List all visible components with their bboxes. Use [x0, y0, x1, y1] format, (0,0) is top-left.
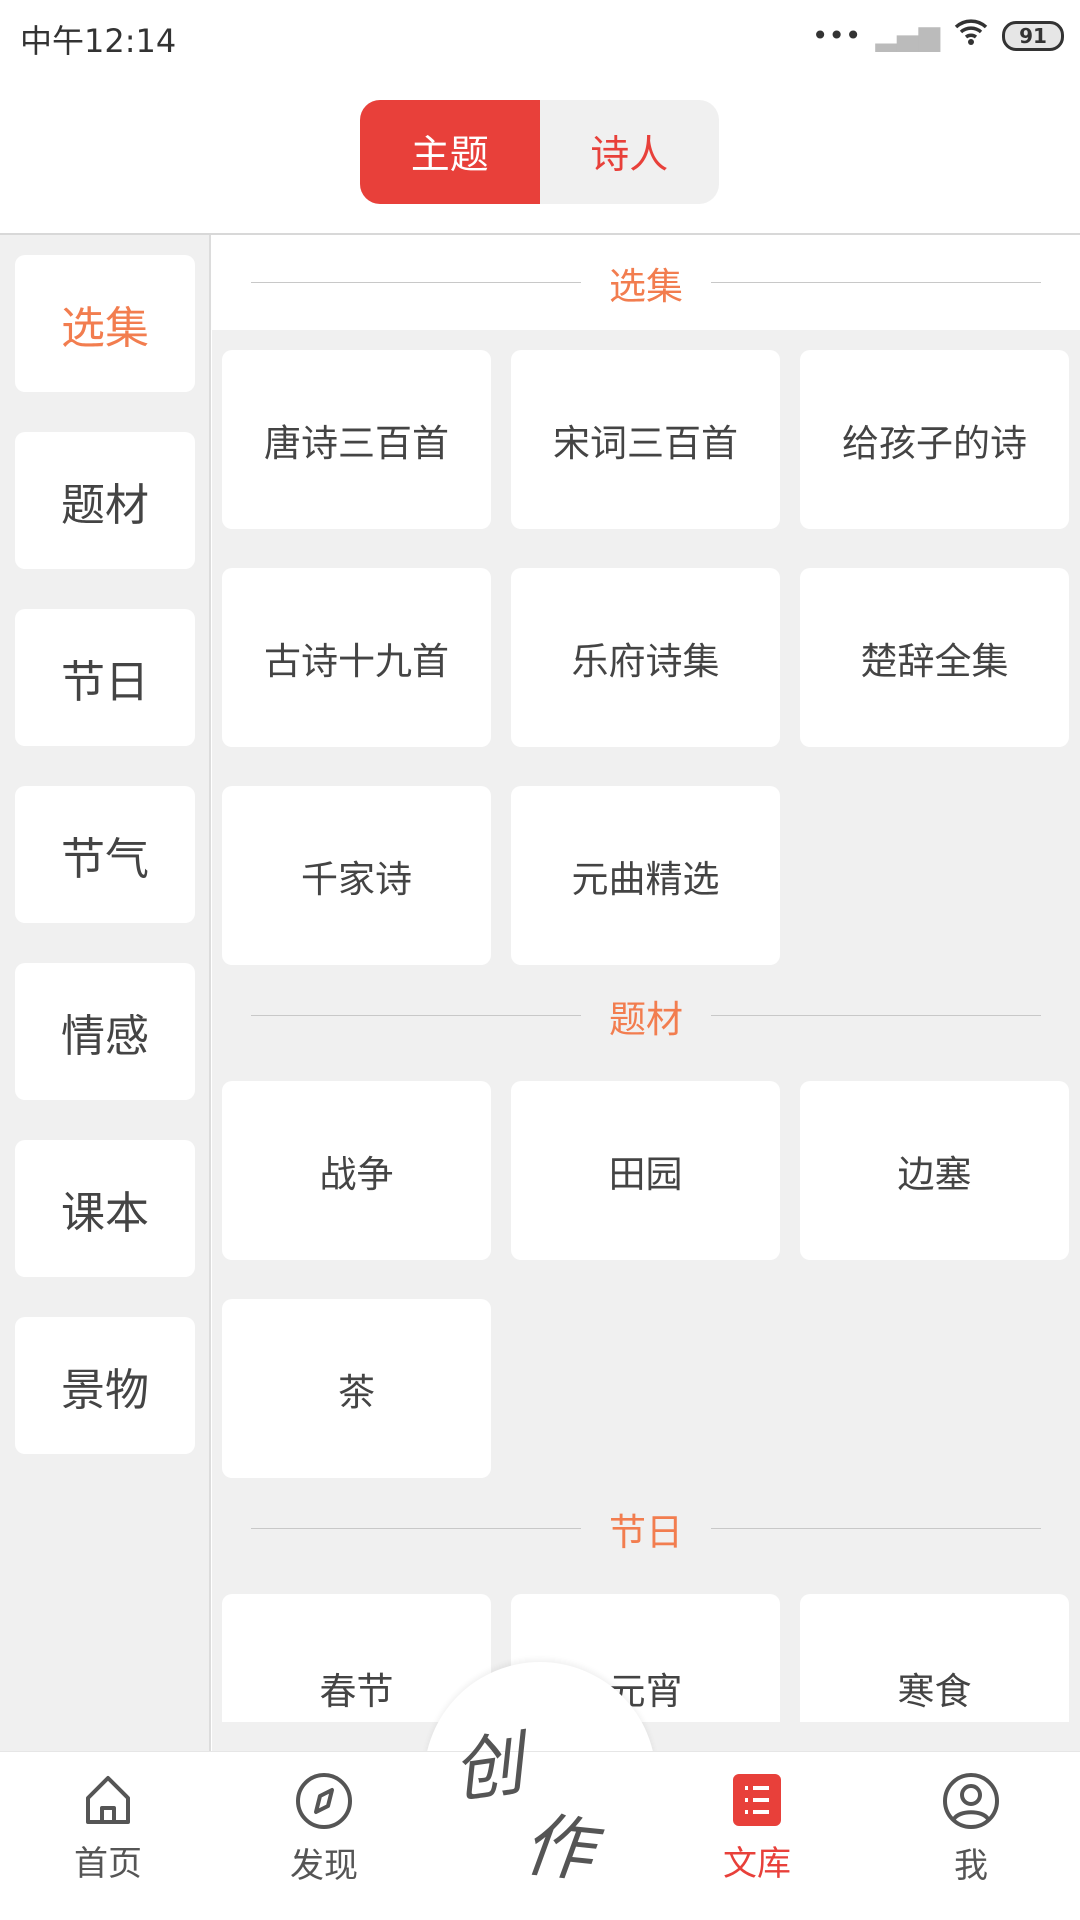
- collection-card[interactable]: 楚辞全集: [800, 568, 1069, 747]
- sidebar-item-emotion[interactable]: 情感: [15, 963, 195, 1100]
- nav-library[interactable]: 文库: [687, 1772, 827, 1885]
- section-header: 节日: [212, 1481, 1080, 1576]
- sidebar-item-scenery[interactable]: 景物: [15, 1317, 195, 1454]
- collection-card[interactable]: 元曲精选: [511, 786, 780, 965]
- home-icon: [86, 1776, 130, 1824]
- content-area: 选集 唐诗三百首 宋词三百首 给孩子的诗 古诗十九首 乐府诗集 楚辞全集 千家诗…: [212, 235, 1080, 1751]
- sidebar: 选集 题材 节日 节气 情感 课本 景物: [0, 235, 211, 1751]
- sidebar-item-collection[interactable]: 选集: [15, 255, 195, 392]
- subject-card[interactable]: 茶: [222, 1299, 491, 1478]
- section-header: 选集: [212, 235, 1080, 330]
- collection-card[interactable]: 宋词三百首: [511, 350, 780, 529]
- collection-card[interactable]: 给孩子的诗: [800, 350, 1069, 529]
- subject-card[interactable]: 战争: [222, 1081, 491, 1260]
- section-title: 选集: [609, 264, 683, 308]
- collection-card[interactable]: 唐诗三百首: [222, 350, 491, 529]
- nav-label: 文库: [723, 1844, 791, 1884]
- battery-icon: 91: [1002, 20, 1064, 51]
- more-dots-icon: •••: [811, 19, 862, 52]
- create-calligraphy-logo[interactable]: 创 作: [424, 1662, 656, 1912]
- user-icon: [943, 1773, 999, 1829]
- subject-card[interactable]: 边塞: [800, 1081, 1069, 1260]
- compass-icon: [296, 1773, 352, 1829]
- nav-label: 发现: [290, 1846, 358, 1886]
- tab-theme[interactable]: 主题: [360, 100, 540, 204]
- section-header: 题材: [212, 968, 1080, 1063]
- sidebar-item-subject[interactable]: 题材: [15, 432, 195, 569]
- section-title: 题材: [609, 997, 683, 1041]
- section-title: 节日: [609, 1510, 683, 1554]
- list-icon: [733, 1774, 781, 1826]
- wifi-icon: [954, 18, 988, 53]
- nav-label: 我: [954, 1846, 988, 1886]
- subject-card[interactable]: 田园: [511, 1081, 780, 1260]
- segmented-control: 主题 诗人: [360, 100, 719, 204]
- collection-card[interactable]: 千家诗: [222, 786, 491, 965]
- collection-card[interactable]: 乐府诗集: [511, 568, 780, 747]
- signal-icon: ▂▄▆: [875, 19, 940, 52]
- nav-me[interactable]: 我: [901, 1772, 1041, 1887]
- nav-discover[interactable]: 发现: [254, 1772, 394, 1887]
- festival-card[interactable]: 寒食: [800, 1594, 1069, 1722]
- sidebar-item-solar-term[interactable]: 节气: [15, 786, 195, 923]
- tab-poet[interactable]: 诗人: [540, 100, 720, 204]
- nav-home[interactable]: 首页: [38, 1772, 178, 1885]
- collection-card[interactable]: 古诗十九首: [222, 568, 491, 747]
- nav-label: 首页: [74, 1844, 142, 1884]
- status-bar: 中午12:14 ••• ▂▄▆ 91: [0, 0, 1080, 75]
- sidebar-item-textbook[interactable]: 课本: [15, 1140, 195, 1277]
- status-time: 中午12:14: [20, 22, 177, 60]
- sidebar-item-festival[interactable]: 节日: [15, 609, 195, 746]
